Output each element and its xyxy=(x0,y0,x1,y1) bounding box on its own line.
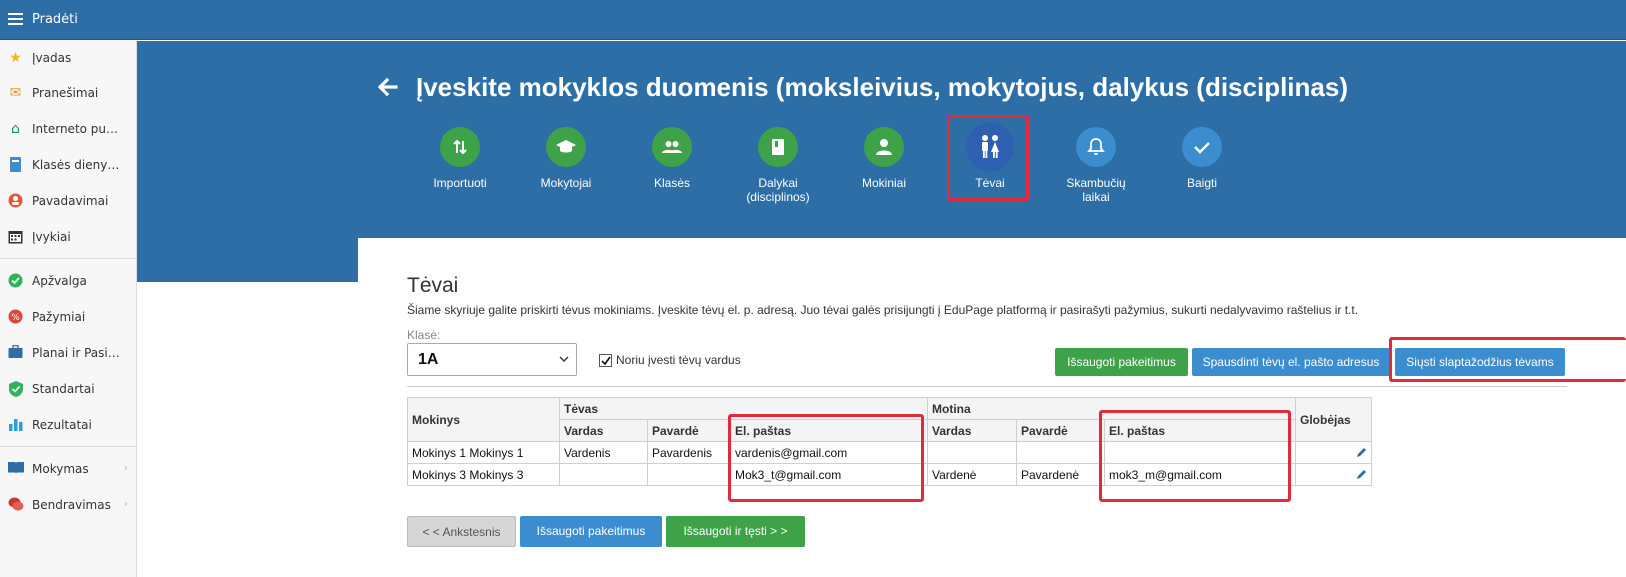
back-arrow-icon[interactable] xyxy=(376,76,398,98)
step-label-line2: laikai xyxy=(1082,190,1110,204)
group-icon xyxy=(652,127,692,167)
mother-first-header: Vardas xyxy=(927,419,1017,442)
sidebar: ★Įvadas ✉Pranešimai ⌂Interneto puslapis … xyxy=(0,40,137,577)
chat-icon xyxy=(7,497,24,514)
step-skambuciu-laikai[interactable]: Skambučių laikai xyxy=(1046,127,1146,204)
section-description: Šiame skyriuje galite priskirti tėvus mo… xyxy=(407,303,1359,317)
save-changes-button-top[interactable]: Išsaugoti pakeitimus xyxy=(1055,348,1188,376)
student-cell: Mokinys 1 Mokinys 1 xyxy=(407,441,560,464)
house-icon: ⌂ xyxy=(11,121,20,137)
sidebar-divider xyxy=(0,258,136,259)
sidebar-item-ivadas[interactable]: ★ Įvadas xyxy=(0,41,136,75)
checkmark-icon xyxy=(1182,127,1222,167)
step-label-line1: Skambučių xyxy=(1066,176,1126,190)
highlight-box xyxy=(1099,410,1291,502)
sidebar-item-bendravimas[interactable]: Bendravimas › xyxy=(0,488,136,522)
sidebar-item-mokymas[interactable]: Mokymas › xyxy=(0,452,136,486)
grade-icon: % xyxy=(7,309,24,326)
mother-first-cell[interactable]: Vardenė xyxy=(927,463,1017,486)
book-icon xyxy=(7,157,24,174)
section-title: Tėvai xyxy=(407,274,459,297)
menu-icon[interactable] xyxy=(8,13,23,26)
open-book-icon xyxy=(7,461,24,478)
sidebar-item-apzvalga[interactable]: Apžvalga xyxy=(0,264,136,298)
highlight-box xyxy=(1389,337,1626,382)
graduation-cap-icon xyxy=(546,127,586,167)
step-importuoti[interactable]: Importuoti xyxy=(410,127,510,190)
mother-last-cell[interactable] xyxy=(1016,441,1105,464)
divider xyxy=(407,386,1567,387)
sidebar-item-pranesimai[interactable]: ✉ Pranešimai xyxy=(0,76,136,110)
guardians-cell xyxy=(1295,441,1372,464)
guardians-cell xyxy=(1295,463,1372,486)
chevron-down-icon xyxy=(559,356,569,362)
previous-button[interactable]: < < Ankstesnis xyxy=(407,516,516,547)
pencil-icon[interactable] xyxy=(1356,469,1367,480)
highlight-box xyxy=(947,115,1029,201)
calendar-icon xyxy=(7,229,24,246)
sidebar-item-klases-dienynas[interactable]: Klasės dienynas xyxy=(0,148,136,182)
col-guardians-header: Globėjas xyxy=(1295,397,1372,442)
save-and-continue-button[interactable]: Išsaugoti ir tęsti > > xyxy=(666,516,805,547)
sidebar-item-rezultatai[interactable]: Rezultatai xyxy=(0,408,136,442)
briefcase-icon xyxy=(7,344,24,362)
top-bar: Pradėti xyxy=(0,0,1626,40)
step-label-line1: Dalykai xyxy=(758,176,798,190)
book-icon xyxy=(758,127,798,167)
envelope-icon: ✉ xyxy=(9,85,22,101)
father-first-cell[interactable] xyxy=(559,463,648,486)
star-icon: ★ xyxy=(9,50,22,66)
step-mokytojai[interactable]: Mokytojai xyxy=(516,127,616,190)
bar-chart-icon xyxy=(7,417,24,434)
enter-names-label: Noriu įvesti tėvų vardus xyxy=(616,353,741,367)
father-last-cell[interactable] xyxy=(647,463,731,486)
step-label-line2: (disciplinos) xyxy=(746,190,810,204)
mother-first-cell[interactable] xyxy=(927,441,1017,464)
class-label: Klasė: xyxy=(407,328,441,342)
mother-last-header: Pavardė xyxy=(1016,419,1105,442)
pencil-icon[interactable] xyxy=(1356,447,1367,458)
home-link[interactable]: Pradėti xyxy=(32,12,78,27)
sidebar-item-ivykiai[interactable]: Įvykiai xyxy=(0,220,136,254)
col-student-header: Mokinys xyxy=(407,397,560,442)
mother-last-cell[interactable]: Pavardenė xyxy=(1016,463,1105,486)
father-first-cell[interactable]: Vardenis xyxy=(559,441,648,464)
step-klases[interactable]: Klasės xyxy=(622,127,722,190)
sidebar-item-pazymiai[interactable]: % Pažymiai xyxy=(0,300,136,334)
enter-names-checkbox[interactable] xyxy=(599,354,612,367)
chevron-right-icon: › xyxy=(123,461,128,474)
person-swap-icon xyxy=(7,193,24,210)
check-circle-icon xyxy=(7,273,24,290)
sidebar-divider xyxy=(0,446,136,447)
import-arrows-icon xyxy=(440,127,480,167)
father-first-header: Vardas xyxy=(559,419,648,442)
svg-text:%: % xyxy=(11,313,20,323)
step-baigti[interactable]: Baigti xyxy=(1152,127,1252,190)
sidebar-item-standartai[interactable]: Standartai xyxy=(0,372,136,406)
page-title: Įveskite mokyklos duomenis (moksleivius,… xyxy=(416,72,1348,102)
sidebar-item-planai[interactable]: Planai ir Pasiruošimas xyxy=(0,336,136,370)
bell-icon xyxy=(1076,127,1116,167)
class-select[interactable]: 1A xyxy=(407,343,577,376)
step-dalykai[interactable]: Dalykai (disciplinos) xyxy=(728,127,828,204)
save-changes-button[interactable]: Išsaugoti pakeitimus xyxy=(520,516,662,547)
sidebar-item-interneto-puslapis[interactable]: ⌂Interneto puslapis xyxy=(0,112,136,146)
father-last-cell[interactable]: Pavardenis xyxy=(647,441,731,464)
chevron-right-icon: › xyxy=(123,497,128,510)
student-cell: Mokinys 3 Mokinys 3 xyxy=(407,463,560,486)
shield-check-icon xyxy=(7,381,24,398)
highlight-box xyxy=(728,414,924,502)
person-icon xyxy=(864,127,904,167)
print-emails-button[interactable]: Spausdinti tėvų el. pašto adresus xyxy=(1192,348,1390,376)
step-mokiniai[interactable]: Mokiniai xyxy=(834,127,934,190)
sidebar-item-pavadavimai[interactable]: Pavadavimai xyxy=(0,184,136,218)
father-last-header: Pavardė xyxy=(647,419,731,442)
